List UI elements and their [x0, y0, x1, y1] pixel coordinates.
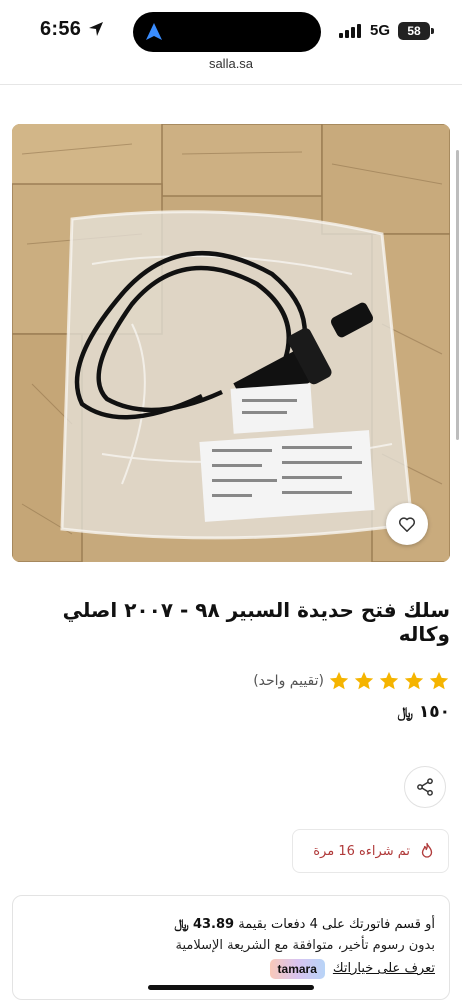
address-bar[interactable]: salla.sa	[0, 52, 462, 82]
installment-currency: ﷼	[174, 917, 189, 932]
learn-more-link[interactable]: تعرف على خياراتك	[333, 958, 435, 979]
clock: 6:56	[40, 18, 82, 40]
url-text: salla.sa	[208, 56, 254, 71]
star-icon	[353, 670, 375, 692]
installment-terms: بدون رسوم تأخير، متوافقة مع الشريعة الإس…	[175, 938, 436, 953]
navigation-icon	[146, 23, 162, 40]
location-arrow-icon	[89, 22, 103, 36]
status-bar: 6:56 5G 58	[0, 0, 462, 56]
home-indicator[interactable]	[148, 985, 314, 990]
star-icon	[328, 670, 350, 692]
rating-stars[interactable]	[328, 670, 450, 692]
product-image[interactable]	[12, 124, 450, 562]
scrollbar[interactable]	[456, 150, 459, 440]
price-value: ١٥٠	[418, 702, 450, 722]
product-price: ١٥٠ ﷼	[12, 702, 450, 722]
sold-count-badge: تم شراءه 16 مرة	[292, 829, 449, 873]
sold-count-text: تم شراءه 16 مرة	[313, 843, 410, 859]
installment-line: أو قسم فاتورتك على 4 دفعات بقيمة 43.89 ﷼	[27, 914, 435, 935]
star-icon	[378, 670, 400, 692]
dynamic-island	[133, 12, 321, 52]
share-button[interactable]	[404, 766, 446, 808]
star-icon	[403, 670, 425, 692]
currency-symbol: ﷼	[397, 705, 413, 721]
tamara-actions: تعرف على خياراتك tamara	[27, 958, 435, 979]
share-icon	[417, 778, 433, 796]
tamara-logo: tamara	[269, 958, 325, 979]
signal-icon	[339, 24, 363, 38]
star-icon	[428, 670, 450, 692]
rating-row: (تقييم واحد)	[12, 668, 450, 694]
fire-icon	[421, 842, 433, 858]
installment-prefix: أو قسم فاتورتك على 4 دفعات بقيمة	[238, 917, 435, 932]
favorite-button[interactable]	[386, 503, 428, 545]
product-title: سلك فتح حديدة السبير ٩٨ - ٢٠٠٧ اصلي وكال…	[62, 598, 450, 646]
installment-amount: 43.89	[192, 917, 235, 932]
battery-icon: 58	[398, 22, 430, 40]
battery-tip	[431, 28, 434, 34]
heart-icon	[398, 516, 416, 532]
network-type: 5G	[370, 22, 391, 39]
divider	[0, 84, 462, 85]
product-photo	[12, 124, 450, 562]
rating-count[interactable]: (تقييم واحد)	[253, 673, 324, 689]
